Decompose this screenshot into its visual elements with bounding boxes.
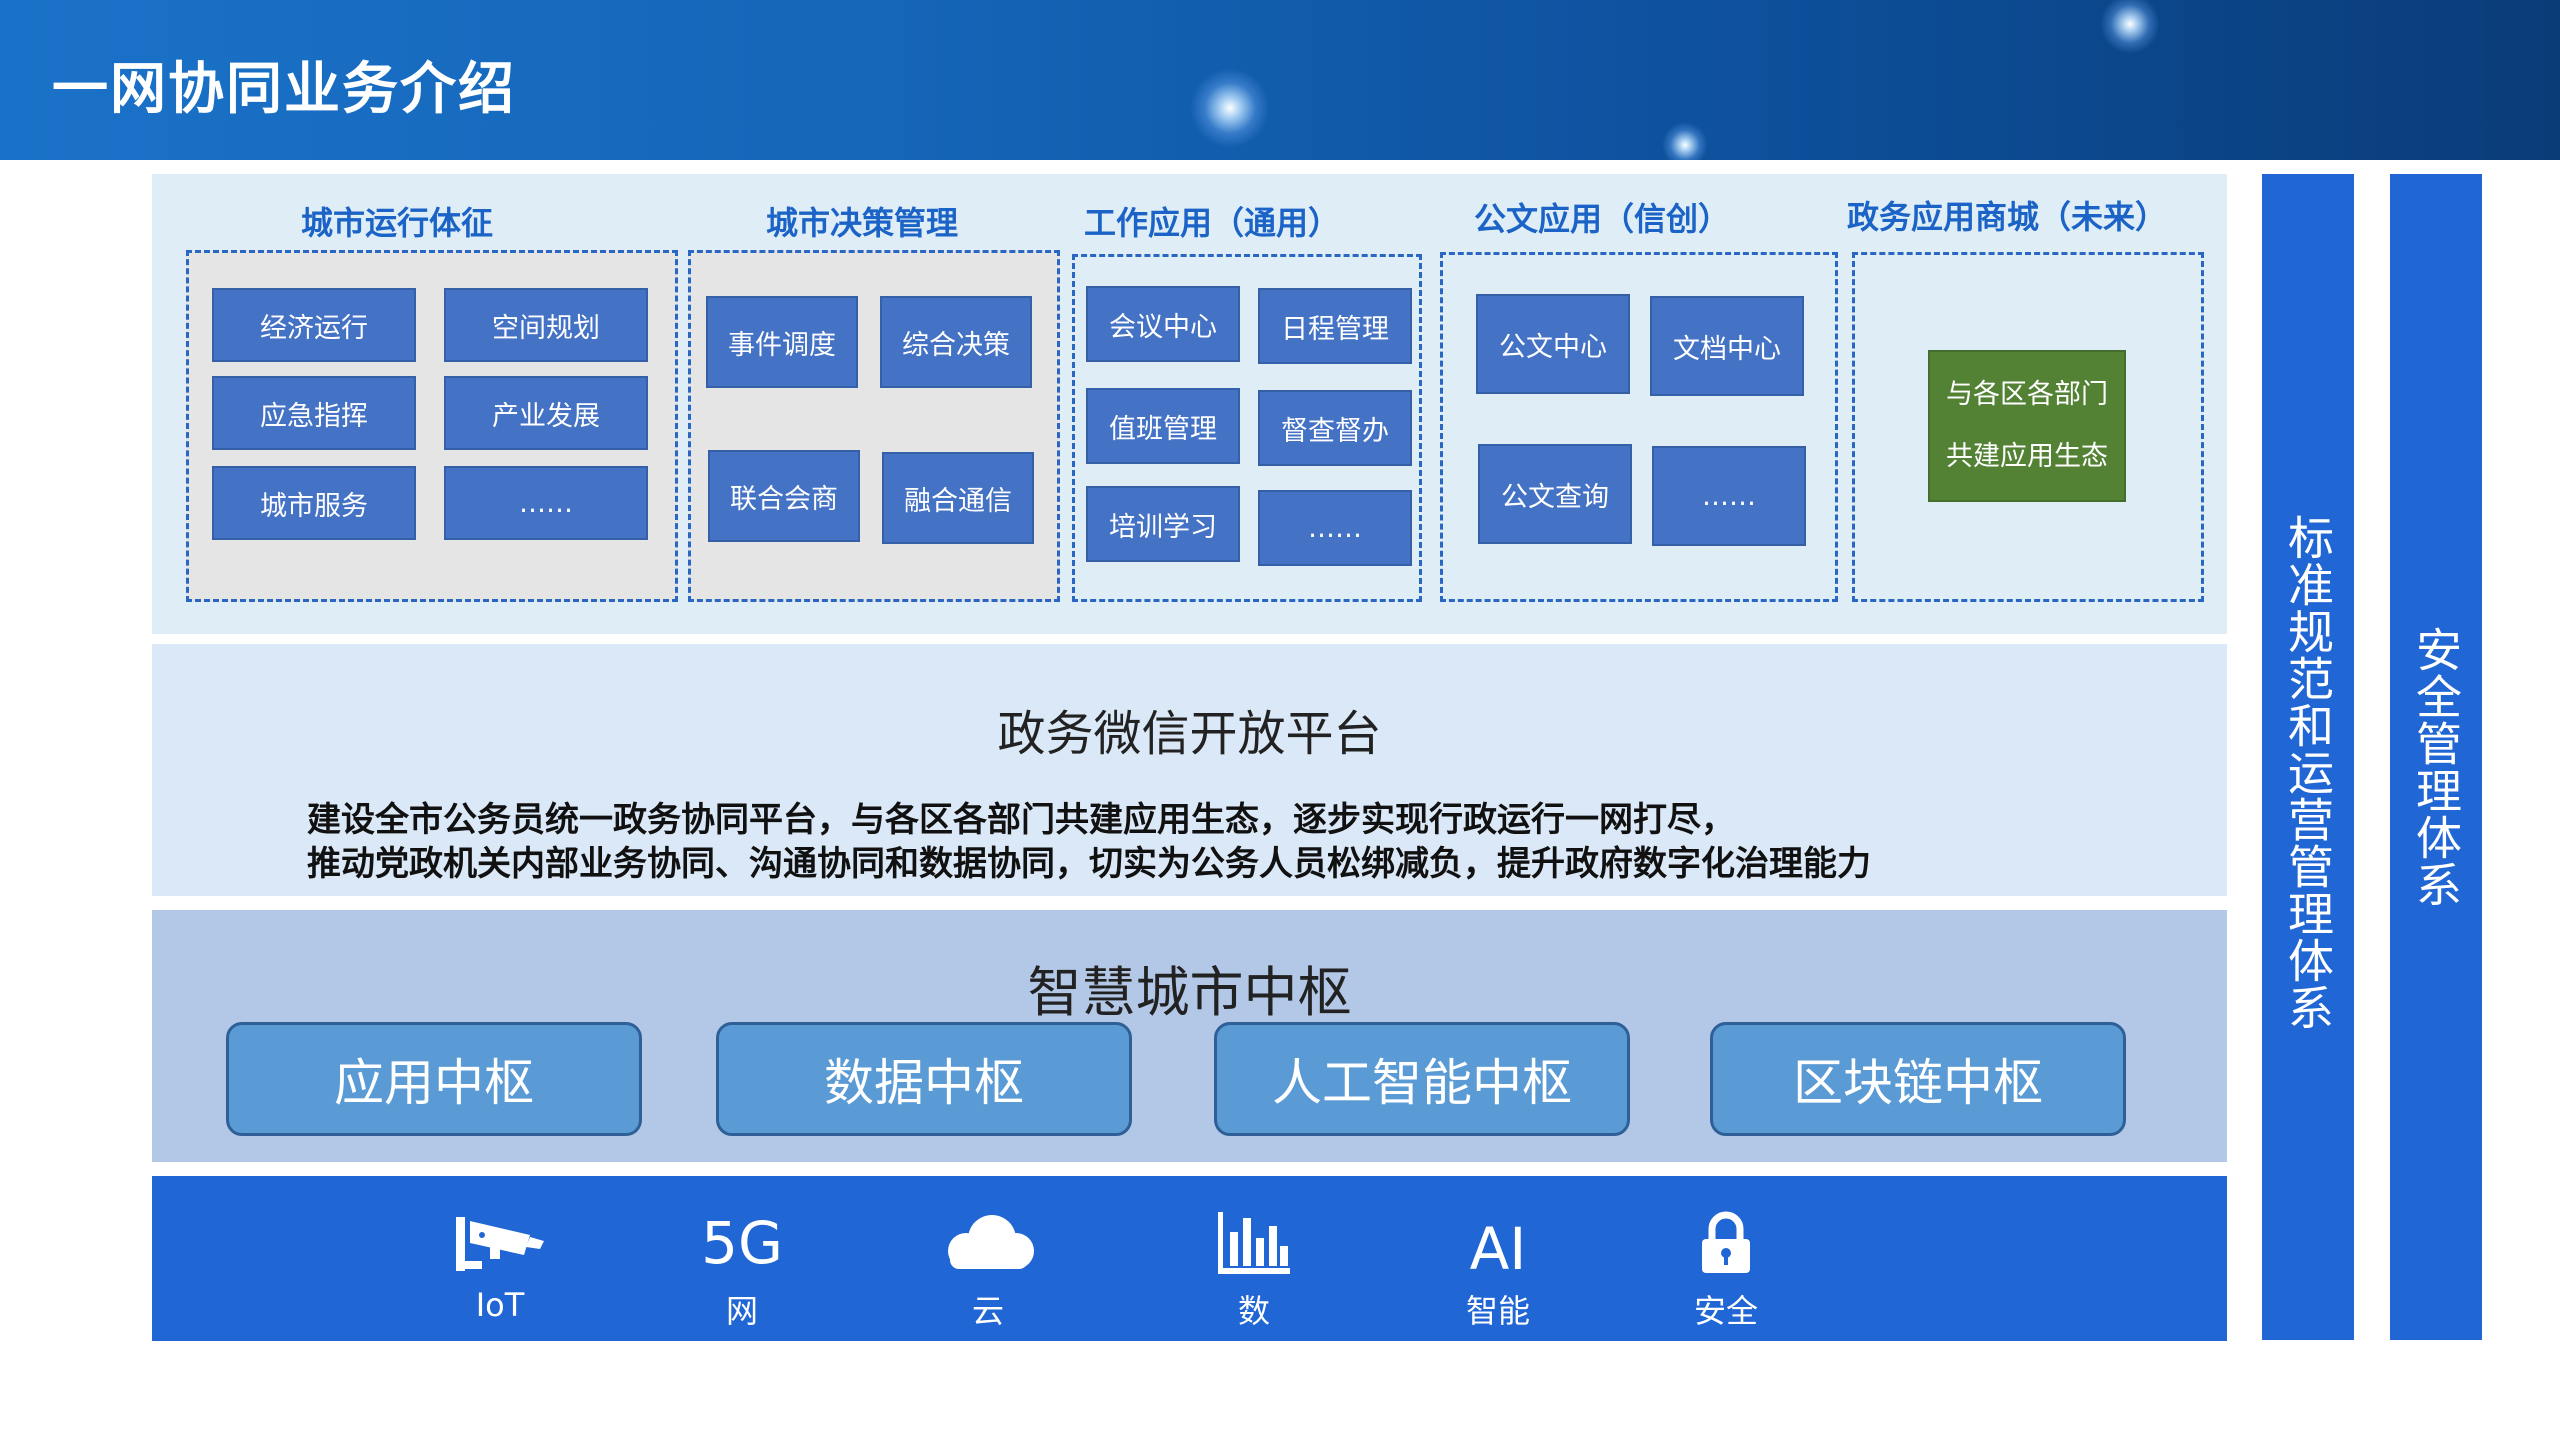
- tile-industry-development[interactable]: 产业发展: [444, 376, 648, 450]
- tile-line-1: 与各区各部门: [1946, 379, 2108, 410]
- page-title: 一网协同业务介绍: [52, 57, 516, 122]
- 5g-text-icon: 5G: [701, 1209, 783, 1277]
- tile-spatial-planning[interactable]: 空间规划: [444, 288, 648, 362]
- tile-emergency-command[interactable]: 应急指挥: [212, 376, 416, 450]
- bar-chart-icon: [1174, 1206, 1334, 1280]
- platform-description-line-1: 建设全市公务员统一政务协同平台，与各区各部门共建应用生态，逐步实现行政运行一网打…: [307, 800, 1735, 840]
- infra-label-ai: 智能: [1465, 1292, 1530, 1330]
- security-management-label: 安全管理体系: [2409, 626, 2463, 908]
- tile-document-query[interactable]: 公文查询: [1478, 444, 1632, 544]
- hub-blockchain[interactable]: 区块链中枢: [1710, 1022, 2126, 1136]
- tile-city-service[interactable]: 城市服务: [212, 466, 416, 540]
- infra-label-network: 网: [725, 1292, 758, 1330]
- platform-panel: 政务微信开放平台 建设全市公务员统一政务协同平台，与各区各部门共建应用生态，逐步…: [152, 644, 2227, 896]
- smart-city-hub-panel: 智慧城市中枢 应用中枢 数据中枢 人工智能中枢 区块链中枢: [152, 910, 2227, 1162]
- infra-network: 5G 网: [662, 1206, 822, 1332]
- tile-supervision[interactable]: 督查督办: [1258, 390, 1412, 466]
- light-glow-decoration: [2100, 0, 2160, 54]
- security-management-bar: 安全管理体系: [2390, 174, 2482, 1340]
- light-glow-decoration: [1190, 68, 1270, 148]
- infra-ai: AI 智能: [1418, 1206, 1578, 1332]
- infra-label-cloud: 云: [971, 1292, 1004, 1330]
- hub-data[interactable]: 数据中枢: [716, 1022, 1132, 1136]
- infrastructure-bar: IoT 5G 网 云 数 AI 智能 安全: [152, 1176, 2227, 1341]
- tile-duty-management[interactable]: 值班管理: [1086, 388, 1240, 464]
- tile-economic-operation[interactable]: 经济运行: [212, 288, 416, 362]
- ai-text-icon: AI: [1469, 1215, 1527, 1283]
- tile-meeting-center[interactable]: 会议中心: [1086, 286, 1240, 362]
- infra-label-iot: IoT: [475, 1286, 525, 1324]
- tile-schedule-management[interactable]: 日程管理: [1258, 288, 1412, 364]
- standards-operations-bar: 标准规范和运营管理体系: [2262, 174, 2354, 1340]
- group-title-app-store: 政务应用商城（未来）: [1846, 198, 2167, 236]
- tile-comprehensive-decision[interactable]: 综合决策: [880, 296, 1032, 388]
- application-panel: 城市运行体征 城市决策管理 工作应用（通用） 公文应用（信创） 政务应用商城（未…: [152, 174, 2227, 634]
- group-title-work-apps: 工作应用（通用）: [1083, 204, 1340, 242]
- infra-cloud: 云: [908, 1206, 1068, 1332]
- infra-iot: IoT: [420, 1206, 580, 1324]
- group-title-city-decision: 城市决策管理: [765, 204, 958, 242]
- tile-more[interactable]: ……: [1652, 446, 1806, 546]
- infra-label-data: 数: [1237, 1292, 1270, 1330]
- hub-ai[interactable]: 人工智能中枢: [1214, 1022, 1630, 1136]
- tile-more[interactable]: ……: [1258, 490, 1412, 566]
- tile-line-2: 共建应用生态: [1946, 441, 2108, 472]
- hub-title: 智慧城市中枢: [1027, 961, 1352, 1024]
- group-title-city-operation: 城市运行体征: [300, 204, 493, 242]
- lock-icon: [1646, 1206, 1806, 1280]
- tile-more[interactable]: ……: [444, 466, 648, 540]
- tile-converged-communication[interactable]: 融合通信: [882, 452, 1034, 544]
- platform-title: 政务微信开放平台: [997, 706, 1382, 762]
- tile-archive-center[interactable]: 文档中心: [1650, 296, 1804, 396]
- tile-co-build-ecosystem[interactable]: 与各区各部门 共建应用生态: [1928, 350, 2126, 502]
- group-title-document-apps: 公文应用（信创）: [1473, 200, 1730, 238]
- light-glow-decoration: [1662, 122, 1708, 160]
- tile-training[interactable]: 培训学习: [1086, 486, 1240, 562]
- camera-icon: [420, 1206, 580, 1280]
- cloud-icon: [908, 1206, 1068, 1280]
- tile-joint-consultation[interactable]: 联合会商: [708, 450, 860, 542]
- tile-event-dispatch[interactable]: 事件调度: [706, 296, 858, 388]
- header-banner: 一网协同业务介绍: [0, 0, 2560, 160]
- infra-data: 数: [1174, 1206, 1334, 1332]
- standards-operations-label: 标准规范和运营管理体系: [2281, 514, 2335, 1031]
- hub-application[interactable]: 应用中枢: [226, 1022, 642, 1136]
- tile-document-center[interactable]: 公文中心: [1476, 294, 1630, 394]
- infra-security: 安全: [1646, 1206, 1806, 1332]
- infra-label-security: 安全: [1693, 1292, 1758, 1330]
- platform-description-line-2: 推动党政机关内部业务协同、沟通协同和数据协同，切实为公务人员松绑减负，提升政府数…: [307, 844, 1871, 884]
